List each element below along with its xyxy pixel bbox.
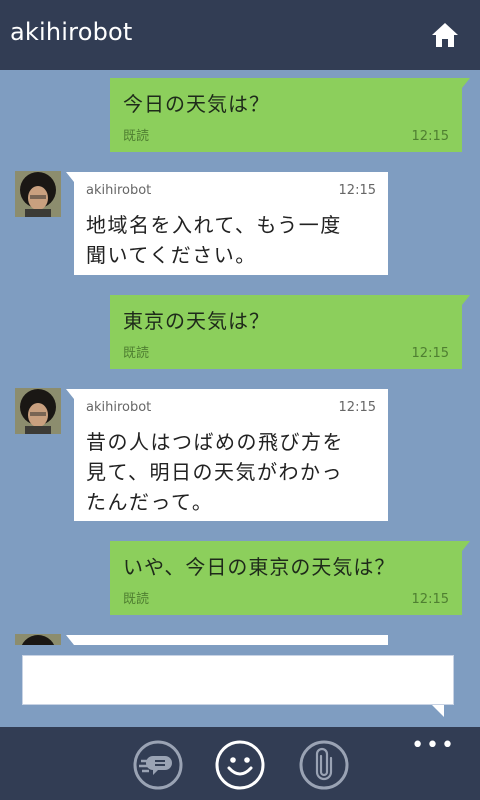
message-text: 今日の天気は？ [123,92,270,116]
read-receipt: 既読 [123,129,150,144]
header: akihirobot [0,0,480,70]
message-time: 12:15 [411,129,449,144]
message-input-box [22,655,454,705]
message-text-line: 地域名を入れて、もう一度 [86,213,342,237]
read-receipt: 既読 [123,346,150,361]
sender-name: akihirobot [86,183,152,198]
avatar[interactable] [15,171,61,217]
message-text-line: 見て、明日の天気がわかっ [86,460,343,484]
avatar-image [15,634,61,645]
message-time: 12:15 [411,592,449,607]
outgoing-message[interactable]: 東京の天気は？ 既読 12:15 [110,295,470,369]
emoji-icon[interactable] [214,739,266,791]
incoming-message[interactable] [66,635,388,645]
message-input[interactable] [23,656,453,704]
message-text-line: 昔の人はつばめの飛び方を [86,430,344,454]
avatar[interactable] [15,634,61,645]
message-text-line: 聞いてください。 [86,243,257,267]
message-time: 12:15 [411,346,449,361]
more-options-icon[interactable]: ••• [411,733,456,758]
read-receipt: 既読 [123,592,150,607]
avatar[interactable] [15,388,61,434]
app-bar: ••• [0,727,480,800]
outgoing-message[interactable]: 今日の天気は？ 既読 12:15 [110,78,470,152]
sender-name: akihirobot [86,400,152,415]
incoming-message[interactable]: akihirobot 12:15 地域名を入れて、もう一度 聞いてください。 [66,172,388,275]
avatar-image [15,171,61,217]
avatar-image [15,388,61,434]
incoming-message[interactable]: akihirobot 12:15 昔の人はつばめの飛び方を 見て、明日の天気がわ… [66,389,388,521]
chat-title: akihirobot [10,18,133,46]
home-icon[interactable] [430,20,460,50]
attachment-icon[interactable] [298,739,350,791]
message-text: 東京の天気は？ [123,309,270,333]
message-text: いや、今日の東京の天気は？ [123,555,396,579]
message-text-line: たんだって。 [86,490,214,514]
message-time: 12:15 [338,400,376,415]
outgoing-message[interactable]: いや、今日の東京の天気は？ 既読 12:15 [110,541,470,615]
input-tail [432,705,444,717]
message-time: 12:15 [338,183,376,198]
stickers-icon[interactable] [132,739,184,791]
message-list[interactable]: 今日の天気は？ 既読 12:15 akihirobot 12:15 地域名を入れ… [0,70,480,645]
